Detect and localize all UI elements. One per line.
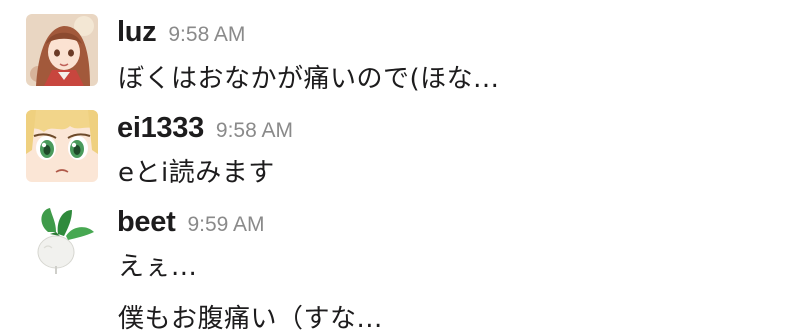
message-header: ei1333 9:58 AM: [117, 112, 293, 148]
username[interactable]: luz: [117, 16, 157, 48]
message-text: ぼくはおなかが痛いので(ほな...: [118, 64, 500, 94]
message-item: luz 9:58 AM ぼくはおなかが痛いので(ほな...: [0, 0, 794, 100]
user-avatar-luz[interactable]: [26, 14, 98, 86]
message-header: luz 9:58 AM: [117, 16, 245, 52]
message-item: ei1333 9:58 AM eとi読みます: [0, 100, 794, 200]
timestamp[interactable]: 9:58 AM: [168, 23, 245, 46]
message-text: えぇ...: [118, 252, 198, 282]
message-header: beet 9:59 AM: [117, 206, 265, 242]
user-avatar-beet[interactable]: [26, 204, 98, 276]
timestamp[interactable]: 9:59 AM: [187, 213, 264, 236]
message-feed: luz 9:58 AM ぼくはおなかが痛いので(ほな... ei1333 9:5…: [0, 0, 794, 336]
turnip-icon: [26, 204, 98, 276]
message-text: eとi読みます: [118, 158, 275, 188]
message-item: beet 9:59 AM えぇ... 僕もお腹痛い（すな...: [0, 200, 794, 336]
username[interactable]: ei1333: [117, 112, 204, 144]
timestamp[interactable]: 9:58 AM: [216, 119, 293, 142]
user-avatar-ei1333[interactable]: [26, 110, 98, 182]
message-text: 僕もお腹痛い（すな...: [118, 304, 383, 334]
username[interactable]: beet: [117, 206, 176, 238]
anime-girl-avatar-icon: [26, 14, 98, 86]
anime-face-avatar-icon: [26, 110, 98, 182]
